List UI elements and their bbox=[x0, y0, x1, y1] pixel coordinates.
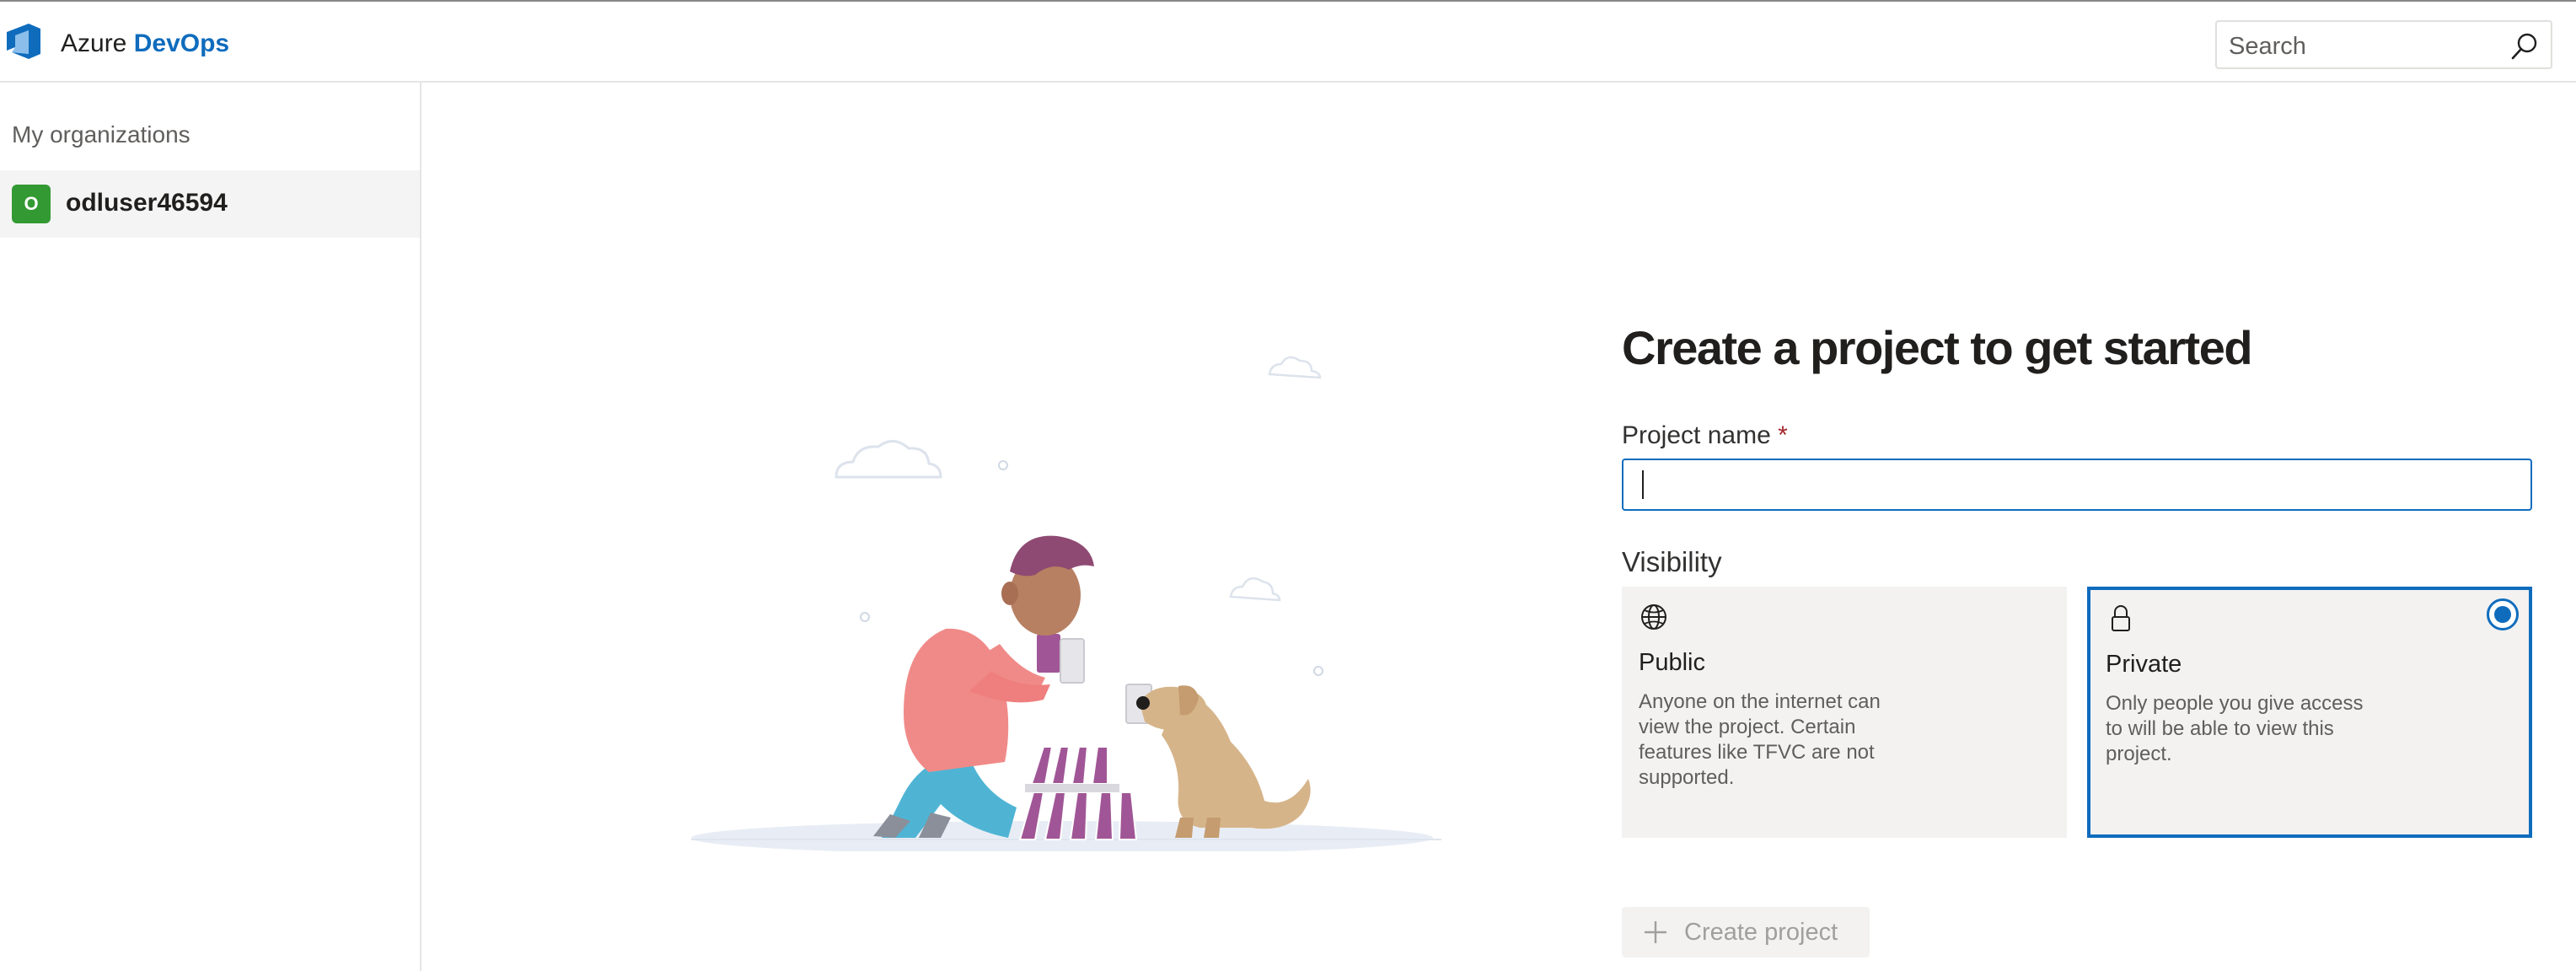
project-name-input[interactable] bbox=[1622, 459, 2532, 511]
radio-selected[interactable] bbox=[2487, 598, 2519, 630]
create-project-label: Create project bbox=[1684, 919, 1838, 946]
plus-icon bbox=[1645, 921, 1666, 943]
radio-selected-dot bbox=[2494, 606, 2511, 623]
azure-devops-logo-icon[interactable] bbox=[3, 20, 44, 62]
required-marker: * bbox=[1778, 421, 1788, 449]
house-of-cards-illustration bbox=[691, 356, 1441, 851]
top-bar: Azure DevOps Search bbox=[0, 2, 2576, 83]
visibility-option-private[interactable]: Private Only people you give access to w… bbox=[2087, 587, 2532, 838]
visibility-option-title: Public bbox=[1639, 649, 1705, 676]
org-name: odluser46594 bbox=[66, 189, 228, 217]
project-name-label: Project name * bbox=[1622, 421, 1788, 450]
search-icon[interactable] bbox=[2510, 32, 2539, 61]
search-box[interactable]: Search bbox=[2215, 20, 2552, 69]
org-avatar: O bbox=[12, 185, 51, 223]
brand-prefix: Azure bbox=[61, 30, 127, 57]
lock-icon bbox=[2112, 605, 2130, 631]
sidebar-heading: My organizations bbox=[12, 121, 191, 148]
brand-name[interactable]: Azure DevOps bbox=[61, 27, 229, 61]
search-placeholder: Search bbox=[2229, 33, 2306, 60]
globe-icon bbox=[1641, 604, 1666, 630]
visibility-option-title: Private bbox=[2106, 651, 2182, 678]
project-name-label-text: Project name bbox=[1622, 421, 1771, 449]
visibility-label: Visibility bbox=[1622, 546, 1722, 577]
visibility-option-description: Anyone on the internet can view the proj… bbox=[1639, 690, 1881, 789]
visibility-option-description: Only people you give access to will be a… bbox=[2106, 692, 2364, 765]
sidebar: My organizations O odluser46594 bbox=[0, 83, 421, 971]
create-project-button[interactable]: Create project bbox=[1622, 907, 1870, 958]
text-cursor bbox=[1642, 470, 1644, 499]
sidebar-item-organization[interactable]: O odluser46594 bbox=[0, 170, 420, 238]
brand-accent: DevOps bbox=[133, 30, 230, 57]
visibility-option-public[interactable]: Public Anyone on the internet can view t… bbox=[1622, 587, 2067, 838]
page-title: Create a project to get started bbox=[1622, 321, 2253, 374]
